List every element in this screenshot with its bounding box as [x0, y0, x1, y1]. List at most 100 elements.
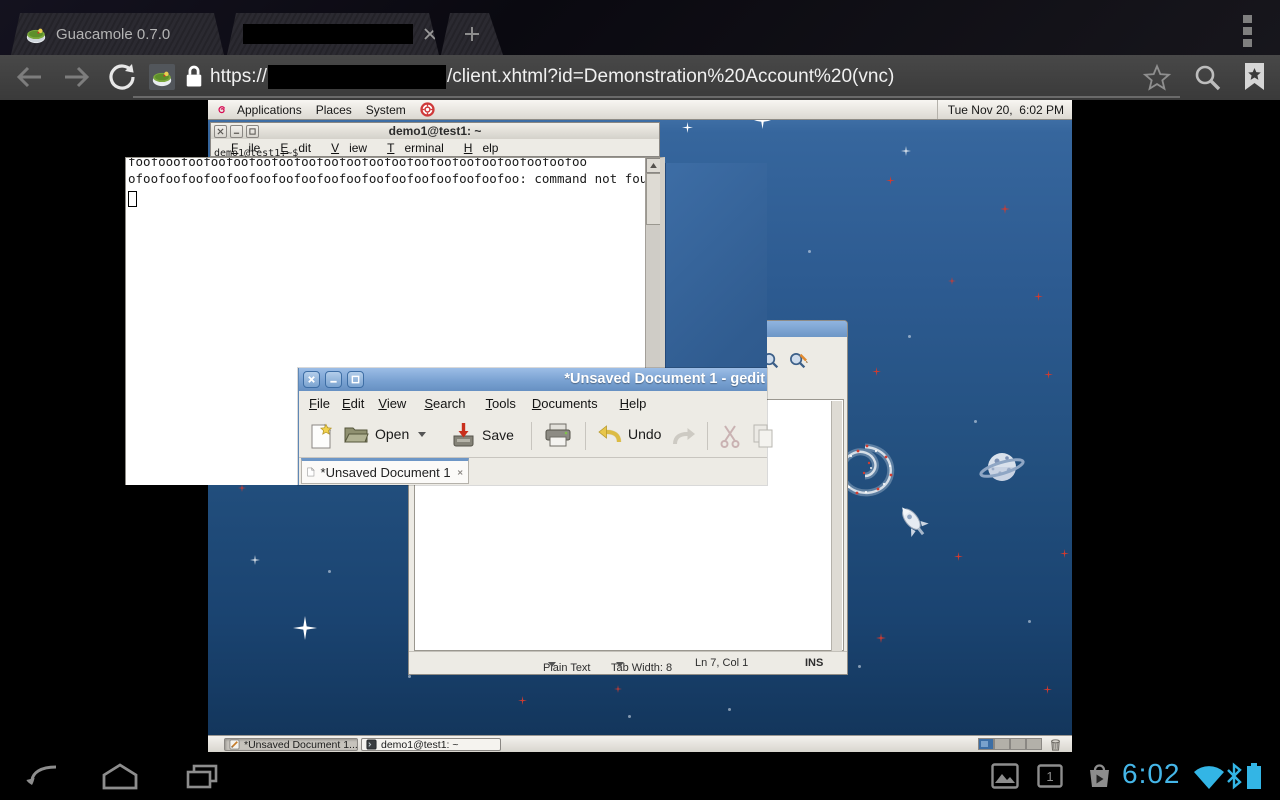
gallery-notification-icon[interactable] [991, 763, 1019, 789]
print-icon[interactable] [543, 421, 573, 451]
gedit-window-artifact[interactable]: *Unsaved Document 1 - gedit File Edit Vi… [298, 368, 767, 485]
workspace-3[interactable] [1010, 738, 1026, 750]
star-sparkle [293, 616, 317, 640]
gedit-titlebar[interactable]: *Unsaved Document 1 - gedit [299, 368, 767, 391]
cut-icon-disabled[interactable] [719, 424, 741, 448]
url-bar[interactable]: https:// /client.xhtml?id=Demonstration%… [210, 55, 894, 98]
document-tab[interactable]: *Unsaved Document 1 [301, 458, 469, 484]
tab-redacted[interactable] [227, 13, 439, 55]
red-star [1043, 685, 1052, 694]
panel-clock[interactable]: Tue Nov 20, 6:02 PM [937, 100, 1064, 119]
tab-close-icon[interactable] [457, 467, 463, 478]
gnome-panel: Applications Places System Tue Nov 20, 6… [208, 100, 1072, 120]
new-tab-button[interactable] [441, 13, 503, 55]
redo-icon-disabled[interactable] [671, 424, 697, 448]
wifi-icon [1193, 764, 1225, 790]
menu-file[interactable]: File [309, 396, 330, 411]
scrollbar-thumb[interactable] [646, 173, 661, 225]
undo-button[interactable]: Undo [597, 422, 661, 446]
menu-view[interactable]: View [321, 141, 367, 155]
bluetooth-icon [1226, 762, 1242, 790]
gedit-title: *Unsaved Document 1 - gedit [564, 371, 765, 387]
debian-logo-icon[interactable] [214, 102, 229, 117]
star-sparkle [250, 555, 260, 565]
copy-icon-disabled[interactable] [751, 423, 775, 449]
bookmark-star-icon[interactable] [1142, 64, 1172, 93]
red-star [886, 176, 895, 185]
new-document-icon[interactable] [309, 423, 333, 450]
taskbar-window-gedit[interactable]: *Unsaved Document 1... [224, 738, 358, 751]
lock-icon [184, 63, 204, 90]
red-star [948, 277, 956, 285]
clock[interactable]: 6:02 [1122, 758, 1181, 790]
gedit-scrollbar[interactable] [831, 401, 842, 651]
shop-notification-icon[interactable] [1086, 762, 1113, 790]
tab-guacamole[interactable]: Guacamole 0.7.0 [11, 13, 224, 55]
chevron-down-icon [418, 432, 426, 437]
nav-recents-icon[interactable] [184, 763, 220, 790]
red-star [954, 552, 963, 561]
workspace-4[interactable] [1026, 738, 1042, 750]
menu-help[interactable]: Help [454, 141, 499, 155]
red-star [1034, 292, 1043, 301]
taskbar-window-terminal[interactable]: demo1@test1: ~ [361, 738, 501, 751]
refresh-icon[interactable] [106, 62, 136, 92]
window-close-icon[interactable] [303, 371, 320, 388]
gedit-menubar: File Edit View Search Tools Documents He… [299, 391, 767, 415]
gedit-status-bar: Plain Text Tab Width: 8 Ln 7, Col 1 INS [409, 651, 847, 674]
terminal-icon [366, 739, 377, 750]
panel-menu-system[interactable]: System [366, 103, 406, 117]
menu-edit[interactable]: Edit [342, 396, 364, 411]
window-minimize-icon[interactable] [325, 371, 342, 388]
save-button[interactable]: Save [451, 422, 514, 447]
browser-tab-bar: Guacamole 0.7.0 [0, 0, 1280, 55]
menu-help[interactable]: Help [620, 396, 647, 411]
url-suffix: /client.xhtml?id=Demonstration%20Account… [447, 66, 894, 88]
terminal-output-line: foofooofoofoofoofoofoofoofoofoofoofoofoo… [128, 157, 587, 169]
help-lifebuoy-icon[interactable] [420, 102, 435, 117]
calendar-notification-icon[interactable]: 1 [1037, 763, 1063, 789]
bookmarks-list-icon[interactable] [1243, 62, 1266, 92]
panel-menu-places[interactable]: Places [316, 103, 352, 117]
workspace-1[interactable] [978, 738, 994, 750]
android-navbar: 1 6:02 [0, 752, 1280, 800]
menu-documents[interactable]: Documents [532, 396, 598, 411]
cursor-position: Ln 7, Col 1 [695, 657, 748, 669]
redacted-host [268, 65, 446, 89]
svg-text:1: 1 [1046, 769, 1053, 784]
red-star [238, 484, 246, 492]
address-bar: https:// /client.xhtml?id=Demonstration%… [0, 55, 1280, 100]
tab-close-icon[interactable] [421, 25, 439, 43]
tab-label: *Unsaved Document 1 [321, 465, 451, 480]
menu-view[interactable]: View [378, 396, 406, 411]
overflow-menu-icon[interactable] [1243, 15, 1253, 51]
gedit-tab-strip: *Unsaved Document 1 [299, 458, 767, 484]
search-icon[interactable] [1193, 63, 1222, 92]
workspace-2[interactable] [994, 738, 1010, 750]
gedit-toolbar: Open Save Undo [299, 415, 767, 458]
open-folder-icon [343, 422, 369, 446]
planet-icon [978, 444, 1026, 494]
document-icon [307, 464, 315, 480]
forward-icon[interactable] [62, 64, 92, 90]
tab-title: Guacamole 0.7.0 [56, 26, 170, 43]
red-star [614, 685, 622, 693]
panel-menu-applications[interactable]: Applications [237, 103, 302, 117]
replace-icon[interactable] [788, 351, 809, 370]
menu-terminal[interactable]: Terminal [377, 141, 444, 155]
scroll-up-icon[interactable] [646, 158, 661, 173]
menu-search[interactable]: Search [424, 396, 465, 411]
trash-icon[interactable] [1048, 737, 1063, 752]
url-field-underline [133, 96, 1180, 98]
terminal-titlebar[interactable]: demo1@test1: ~ [211, 123, 659, 139]
red-star [1000, 204, 1010, 214]
window-maximize-icon[interactable] [347, 371, 364, 388]
back-icon[interactable] [14, 64, 44, 90]
menu-tools[interactable]: Tools [486, 396, 516, 411]
gnome-taskbar: *Unsaved Document 1... demo1@test1: ~ [208, 735, 1072, 752]
open-button[interactable]: Open [343, 422, 426, 446]
browser-viewport: Applications Places System Tue Nov 20, 6… [0, 100, 1280, 752]
insert-mode: INS [805, 657, 823, 669]
nav-back-icon[interactable] [24, 763, 60, 789]
nav-home-icon[interactable] [101, 762, 139, 790]
